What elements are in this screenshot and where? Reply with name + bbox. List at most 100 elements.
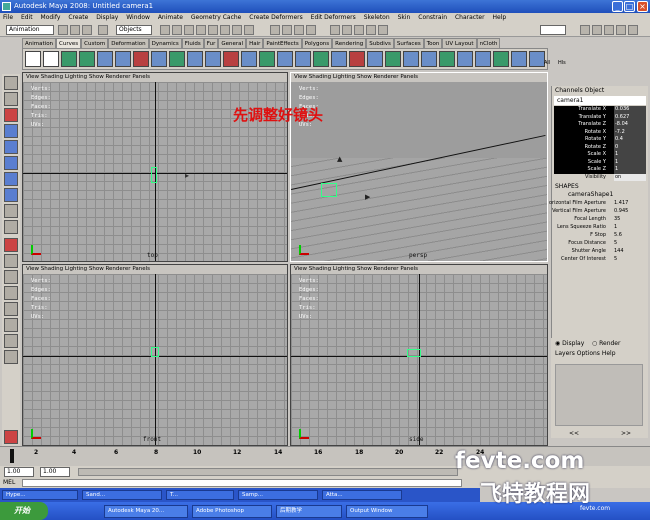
channel-value[interactable]: -8.04 <box>614 121 646 129</box>
last-tool-icon[interactable] <box>4 220 18 234</box>
shelf-tab-rendering[interactable]: Rendering <box>332 38 367 48</box>
pencil-curve-tool-icon[interactable] <box>97 51 113 67</box>
command-input[interactable] <box>22 479 462 487</box>
layout-four-panes-icon[interactable] <box>4 254 18 268</box>
channel-value[interactable]: 1 <box>614 166 646 174</box>
mask-curves-icon[interactable] <box>184 25 194 35</box>
save-scene-icon[interactable] <box>82 25 92 35</box>
menu-set-dropdown[interactable]: Animation <box>6 25 54 35</box>
viewport-menu[interactable]: View Shading Lighting Show Renderer Pane… <box>23 265 287 274</box>
open-close-curve-icon[interactable] <box>331 51 347 67</box>
layout-persp-graph-icon[interactable] <box>4 286 18 300</box>
menu-modify[interactable]: Modify <box>41 14 61 21</box>
viewport-menu[interactable]: View Shading Lighting Show Renderer Pane… <box>291 265 547 274</box>
shelf-tab-curves[interactable]: Curves <box>56 38 82 48</box>
ep-curve-tool-icon[interactable] <box>79 51 95 67</box>
detach-curves-icon[interactable] <box>151 51 167 67</box>
reverse-curve-icon[interactable] <box>223 51 239 67</box>
toggle-attribute-editor-icon[interactable] <box>592 25 602 35</box>
channel-row[interactable]: Translate X 0.036 <box>554 106 646 114</box>
mask-dynamics-icon[interactable] <box>220 25 230 35</box>
menu-create-deformers[interactable]: Create Deformers <box>249 14 302 21</box>
viewport-menu[interactable]: View Shading Lighting Show Renderer Pane… <box>291 73 547 82</box>
shelf-tab-ncloth[interactable]: nCloth <box>476 38 501 48</box>
universal-manipulator-icon[interactable] <box>4 172 18 186</box>
render-layers-label[interactable]: Render <box>599 340 620 347</box>
channel-value[interactable]: 1 <box>614 151 646 159</box>
add-points-tool-icon[interactable] <box>475 51 491 67</box>
smooth-curve-icon[interactable] <box>349 51 365 67</box>
shelf-hls-button[interactable]: Hls <box>558 60 566 66</box>
nurbs-circle-icon[interactable] <box>25 51 41 67</box>
ipr-render-icon[interactable] <box>366 25 376 35</box>
shelf-tab-animation[interactable]: Animation <box>22 38 57 48</box>
toggle-layer-editor-icon[interactable] <box>616 25 626 35</box>
menu-animate[interactable]: Animate <box>158 14 183 21</box>
viewport-persp[interactable]: ▲ ▶ View Shading Lighting Show Renderer … <box>290 72 548 262</box>
mask-handles-icon[interactable] <box>160 25 170 35</box>
shape-attr-value[interactable]: 35 <box>614 215 620 223</box>
channel-value[interactable]: on <box>614 173 646 181</box>
straighten-curve-icon[interactable] <box>421 51 437 67</box>
mask-rendering-icon[interactable] <box>232 25 242 35</box>
soft-modification-icon[interactable] <box>4 188 18 202</box>
layout-uv-editor-icon[interactable] <box>4 334 18 348</box>
viewport-side[interactable]: View Shading Lighting Show Renderer Pane… <box>290 264 548 446</box>
attach-curves-icon[interactable] <box>133 51 149 67</box>
bend-curve-icon[interactable] <box>385 51 401 67</box>
menu-display[interactable]: Display <box>96 14 118 21</box>
channel-value[interactable]: 0.036 <box>614 106 646 114</box>
shelf-tab-polygons[interactable]: Polygons <box>301 38 333 48</box>
layer-nav-next[interactable]: >> <box>621 430 631 437</box>
intersect-curves-icon[interactable] <box>295 51 311 67</box>
lock-length-icon[interactable] <box>439 51 455 67</box>
channel-value[interactable]: 1 <box>614 158 646 166</box>
snap-point-icon[interactable] <box>294 25 304 35</box>
shape-attr-row[interactable]: Lens Squeeze Ratio 1 <box>554 223 646 231</box>
camera-object[interactable] <box>321 183 337 197</box>
select-hierarchy-icon[interactable] <box>98 25 108 35</box>
close-button[interactable]: × <box>637 1 648 12</box>
shelf-tab-painteffects[interactable]: PaintEffects <box>263 38 302 48</box>
channel-value[interactable]: 0 <box>614 143 646 151</box>
taskbar-item[interactable]: Samp... <box>238 490 318 500</box>
shape-attr-row[interactable]: Focal Length 35 <box>554 215 646 223</box>
curl-curve-icon[interactable] <box>367 51 383 67</box>
scale-tool-icon[interactable] <box>4 156 18 170</box>
select-tool-icon[interactable] <box>4 76 18 90</box>
duplicate-surface-curves-icon[interactable] <box>511 51 527 67</box>
extend-curve-icon[interactable] <box>187 51 203 67</box>
layout-render-view-icon[interactable] <box>4 350 18 364</box>
new-scene-icon[interactable] <box>58 25 68 35</box>
render-current-icon[interactable] <box>354 25 364 35</box>
snap-curve-icon[interactable] <box>282 25 292 35</box>
menu-geometry-cache[interactable]: Geometry Cache <box>191 14 241 21</box>
menu-edit-deformers[interactable]: Edit Deformers <box>311 14 356 21</box>
show-manipulator-icon[interactable] <box>4 204 18 218</box>
viewport-menu[interactable]: View Shading Lighting Show Renderer Pane… <box>23 73 287 82</box>
mask-misc-icon[interactable] <box>244 25 254 35</box>
mask-joints-icon[interactable] <box>172 25 182 35</box>
snap-view-plane-icon[interactable] <box>306 25 316 35</box>
shape-attr-value[interactable]: 1.417 <box>614 199 628 207</box>
shelf-tab-fluids[interactable]: Fluids <box>181 38 204 48</box>
toggle-channel-box-icon[interactable] <box>580 25 590 35</box>
taskbar-item-folder[interactable]: 后期教学 <box>276 505 342 518</box>
start-button[interactable]: 开始 <box>0 502 48 520</box>
channel-value[interactable]: 0.4 <box>614 136 646 144</box>
taskbar-item-output-window[interactable]: Output Window <box>346 505 428 518</box>
layer-menu[interactable]: Layers Options Help <box>551 349 648 358</box>
shape-attr-value[interactable]: 5 <box>614 239 617 247</box>
maximize-button[interactable]: □ <box>624 1 635 12</box>
render-globals-icon[interactable] <box>378 25 388 35</box>
camera-object[interactable] <box>151 167 157 183</box>
shape-attr-value[interactable]: 144 <box>614 247 624 255</box>
mask-surfaces-icon[interactable] <box>196 25 206 35</box>
insert-knot-icon[interactable] <box>169 51 185 67</box>
menu-create[interactable]: Create <box>68 14 88 21</box>
taskbar-item[interactable]: T... <box>166 490 234 500</box>
scale-curvature-icon[interactable] <box>403 51 419 67</box>
shelf-tab-subdivs[interactable]: Subdivs <box>366 38 394 48</box>
curve-editing-tool-icon[interactable] <box>493 51 509 67</box>
shape-attr-value[interactable]: 5.6 <box>614 231 622 239</box>
